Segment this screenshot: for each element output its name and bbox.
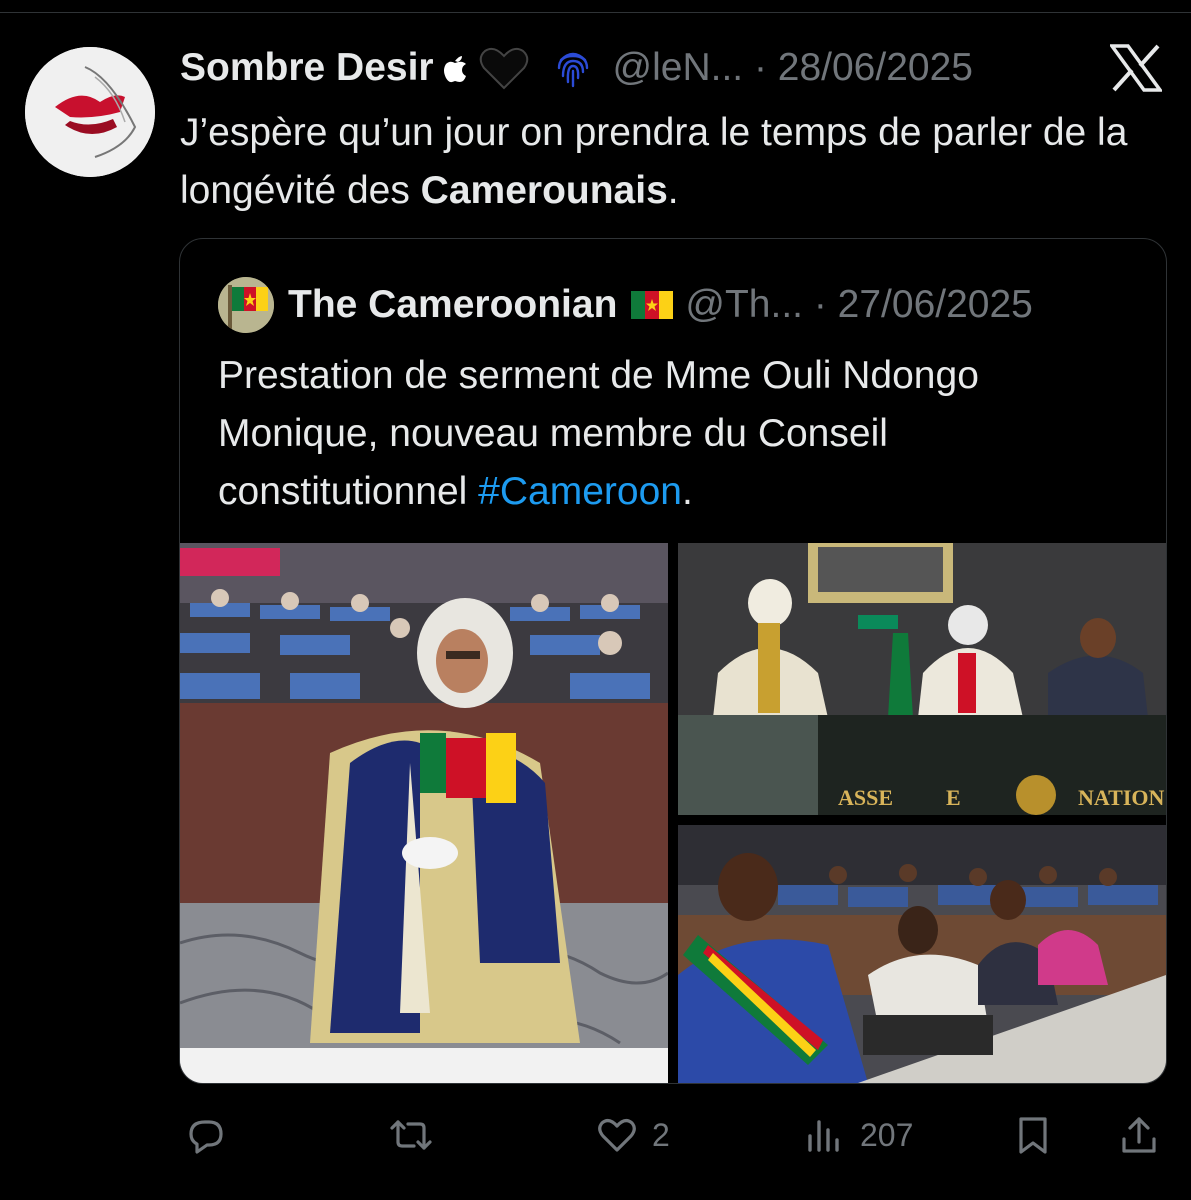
views-button[interactable]: 207 — [804, 1110, 913, 1160]
views-count: 207 — [860, 1116, 914, 1153]
quoted-tweet-header: The Cameroonian @Th... · 27/06/2025 — [288, 279, 1033, 331]
tweet-text: J’espère qu’un jour on prendra le temps … — [180, 104, 1170, 220]
quoted-text-end: . — [681, 470, 693, 513]
reply-button[interactable] — [185, 1110, 241, 1160]
reply-icon — [189, 1120, 223, 1154]
podium-text-right: NATION — [1078, 785, 1164, 810]
quoted-author-avatar[interactable] — [218, 277, 274, 333]
quoted-tweet-text: Prestation de serment de Mme Ouli Ndongo… — [218, 347, 1148, 521]
author-handle-date[interactable]: @leN... · 28/06/2025 — [613, 46, 973, 90]
photo-assembly-podium[interactable]: ASSE E NATION — [678, 543, 1166, 815]
quoted-tweet[interactable]: The Cameroonian @Th... · 27/06/2025 Pres… — [179, 238, 1167, 1084]
black-heart-icon — [479, 47, 528, 90]
republic-seal-icon — [1016, 775, 1056, 815]
cameroon-flag-icon — [631, 291, 674, 319]
podium-text-left: ASSE — [838, 785, 893, 810]
quoted-handle-date[interactable]: @Th... · 27/06/2025 — [685, 283, 1032, 327]
share-icon — [1122, 1117, 1156, 1153]
hashtag-link[interactable]: #Cameroon — [478, 470, 682, 513]
like-count: 2 — [652, 1116, 670, 1153]
action-bar: 2 207 — [0, 1100, 1191, 1170]
views-icon — [808, 1120, 839, 1152]
retweet-button[interactable] — [388, 1110, 448, 1160]
top-divider — [0, 12, 1191, 13]
quoted-author-name[interactable]: The Cameroonian — [288, 283, 617, 327]
tweet-header: Sombre Desir @leN... · 28/06/2025 — [180, 42, 973, 94]
author-avatar[interactable] — [25, 47, 155, 177]
tweet-text-end: . — [667, 169, 679, 212]
apple-icon — [443, 56, 466, 83]
share-button[interactable] — [1118, 1110, 1160, 1160]
media-grid: ASSE E NATION — [180, 543, 1166, 1083]
bookmark-button[interactable] — [1012, 1110, 1054, 1160]
retweet-icon — [390, 1120, 432, 1150]
x-logo-icon[interactable] — [1110, 44, 1162, 92]
like-icon — [598, 1119, 636, 1152]
bookmark-icon — [1019, 1117, 1047, 1154]
photo-judge-in-robe[interactable] — [180, 543, 668, 1083]
photo-seated-deputies[interactable] — [678, 825, 1166, 1083]
author-emoji — [442, 46, 529, 90]
podium-text-mid: E — [946, 785, 961, 810]
tweet-text-bold: Camerounais — [420, 169, 668, 212]
like-button[interactable]: 2 — [596, 1110, 670, 1160]
fingerprint-icon — [557, 52, 588, 88]
author-name[interactable]: Sombre Desir — [180, 46, 434, 90]
